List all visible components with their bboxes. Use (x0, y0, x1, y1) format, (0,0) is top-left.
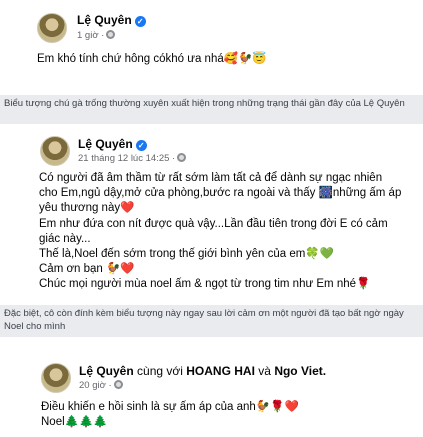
post-line: Noel🌲🌲🌲 (41, 416, 108, 429)
avatar[interactable] (40, 136, 70, 166)
post-line: Chúc mọi người mùa noel ấm & ngọt từ tro… (39, 278, 371, 291)
tagged-user-link[interactable]: Ngo Viet. (274, 364, 326, 378)
post-text: Điều khiến e hồi sinh là sự ấm áp của an… (41, 400, 299, 430)
verified-badge-icon: ✓ (134, 16, 146, 27)
author-name[interactable]: Lệ Quyên ✓ (77, 13, 146, 27)
globe-icon (113, 380, 123, 389)
post-line: Điều khiến e hồi sinh là sự ấm áp của an… (41, 401, 299, 413)
post-text: Em khó tính chứ hông cókhó ưa nhá🥰🐓😇 (37, 52, 267, 67)
post-line: yêu thương này❤️ (39, 202, 135, 215)
post-time-text[interactable]: 1 giờ · (77, 30, 104, 41)
post-time-text[interactable]: 20 giờ · (79, 380, 112, 391)
post-line: giác này... (39, 232, 91, 245)
post-line: Cảm ơn bạn 🐓❤️ (39, 263, 135, 276)
caption: Biểu tượng chú gà trống thường xuyên xuấ… (0, 95, 423, 124)
post-time[interactable]: 20 giờ · (79, 380, 123, 391)
post-text: Có người đã âm thầm từ rất sớm làm tất c… (39, 171, 401, 293)
post-time[interactable]: 1 giờ · (77, 30, 116, 41)
post-line: Thế là,Noel đến sớm trong thế giới bình … (39, 248, 334, 261)
and-text: và (258, 364, 271, 378)
post-time-text[interactable]: 21 tháng 12 lúc 14:25 · (78, 153, 175, 164)
globe-icon (106, 30, 116, 39)
author-link[interactable]: Lệ Quyên (77, 13, 132, 27)
author-name[interactable]: Lệ Quyên ✓ (78, 137, 147, 151)
author-link[interactable]: Lệ Quyên (79, 364, 134, 378)
post-time[interactable]: 21 tháng 12 lúc 14:25 · (78, 153, 187, 164)
post-3: Lệ Quyên cùng với HOANG HAI và Ngo Viet.… (0, 337, 423, 437)
post-line: Em như đứa con nít được quà vậy...Lần đầ… (39, 217, 388, 230)
author-link[interactable]: Lệ Quyên (78, 137, 133, 151)
tagged-user-link[interactable]: HOANG HAI (186, 364, 255, 378)
verified-badge-icon: ✓ (135, 140, 147, 151)
with-text: cùng với (137, 364, 183, 378)
post-line: cho Em,ngủ dậy,mở cửa phòng,bước ra ngoà… (39, 187, 402, 200)
globe-icon (177, 153, 187, 162)
avatar[interactable] (37, 13, 67, 43)
author-line: Lệ Quyên cùng với HOANG HAI và Ngo Viet. (79, 364, 326, 378)
post-1: Lệ Quyên ✓ 1 giờ · Em khó tính chứ hông c… (0, 0, 423, 95)
caption: Đặc biệt, cô còn đính kèm biểu tượng này… (0, 305, 423, 337)
post-2: Lệ Quyên ✓ 21 tháng 12 lúc 14:25 · Có ngư… (0, 124, 423, 305)
post-line: Em khó tính chứ hông cókhó ưa nhá🥰🐓😇 (37, 53, 267, 65)
avatar[interactable] (41, 363, 71, 393)
post-line: Có người đã âm thầm từ rất sớm làm tất c… (39, 172, 383, 184)
